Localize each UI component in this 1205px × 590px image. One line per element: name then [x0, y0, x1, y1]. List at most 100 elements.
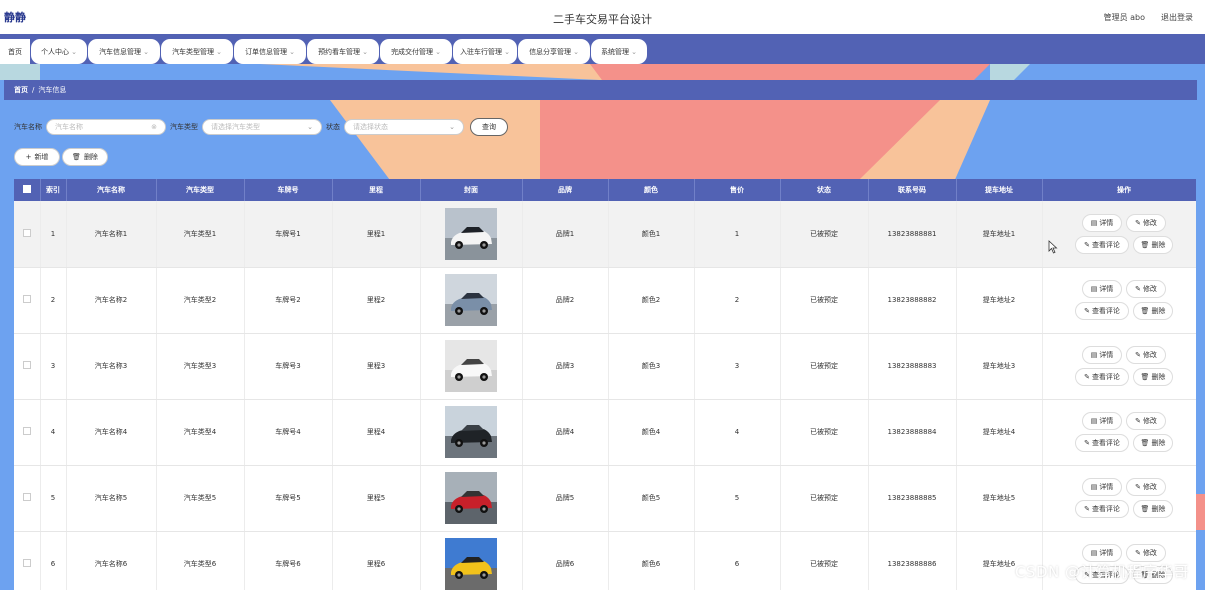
car-cover-image[interactable]: [445, 406, 497, 458]
status-select[interactable]: 请选择状态 ⌄: [344, 119, 464, 135]
table-row[interactable]: 3 汽车名称3 汽车类型3 车牌号3 里程3 品牌3 颜色3 3 已被预定 13823888883…: [14, 333, 1196, 400]
nav-item-4[interactable]: 订单信息管理 ⌄: [234, 39, 306, 64]
cell-name: 汽车名称5: [66, 465, 157, 532]
cell-cover: [420, 333, 523, 400]
breadcrumb-current: 汽车信息: [38, 86, 67, 94]
nav-item-label: 汽车信息管理: [99, 47, 142, 56]
view-comments-button[interactable]: ✎ 查看评论: [1075, 500, 1129, 518]
car-cover-image[interactable]: [445, 538, 497, 590]
detail-button[interactable]: ▤ 详情: [1082, 213, 1122, 232]
status-label: 状态: [326, 123, 340, 131]
search-bar: 汽车名称 汽车名称 ⊗ 汽车类型 请选择汽车类型 ⌄ 状态 请选择状态 ⌄ 查询: [14, 118, 508, 136]
document-icon: ▤: [1090, 417, 1098, 425]
cell-phone: 13823888884: [868, 399, 957, 466]
select-all-checkbox[interactable]: [22, 185, 31, 193]
query-button[interactable]: 查询: [470, 118, 508, 136]
edit-button[interactable]: ✎ 修改: [1126, 412, 1166, 430]
mouse-cursor-icon: [1048, 240, 1058, 254]
edit-icon: ✎: [1084, 240, 1090, 249]
cell-cover: [420, 531, 523, 590]
nav-item-label: 首页: [8, 47, 22, 56]
row-delete-button[interactable]: 🗑 删除: [1133, 368, 1173, 386]
edit-button[interactable]: ✎ 修改: [1126, 213, 1166, 232]
nav-item-label: 完成交付管理: [391, 47, 434, 56]
row-checkbox[interactable]: [22, 295, 31, 303]
car-name-input[interactable]: 汽车名称 ⊗: [46, 119, 166, 135]
view-comments-button[interactable]: ✎ 查看评论: [1075, 368, 1129, 386]
nav-item-1[interactable]: 个人中心 ⌄: [31, 39, 87, 64]
row-delete-button[interactable]: 🗑 删除: [1133, 235, 1173, 254]
row-delete-button[interactable]: 🗑 删除: [1133, 302, 1173, 320]
cell-mileage: 里程2: [332, 267, 421, 334]
row-checkbox[interactable]: [22, 559, 31, 567]
table-row[interactable]: 2 汽车名称2 汽车类型2 车牌号2 里程2 品牌2 颜色2 2 已被预定 13823888882…: [14, 267, 1196, 334]
row-checkbox[interactable]: [22, 493, 31, 501]
car-cover-image[interactable]: [445, 274, 497, 326]
nav-item-5[interactable]: 预约看车管理 ⌄: [307, 39, 379, 64]
edit-button[interactable]: ✎ 修改: [1126, 280, 1166, 298]
cell-brand: 品牌4: [522, 399, 609, 466]
detail-button[interactable]: ▤ 详情: [1082, 280, 1122, 298]
car-cover-image[interactable]: [445, 207, 497, 260]
clear-icon[interactable]: ⊗: [151, 123, 157, 131]
car-name-placeholder: 汽车名称: [55, 123, 83, 131]
edit-button-label: 修改: [1142, 549, 1157, 557]
delete-button[interactable]: 🗑 删除: [62, 148, 108, 166]
cell-price: 4: [694, 399, 781, 466]
car-cover-image[interactable]: [445, 340, 497, 392]
row-checkbox[interactable]: [22, 361, 31, 369]
delete-button-label: 删除: [1151, 439, 1166, 447]
nav-item-8[interactable]: 信息分享管理 ⌄: [518, 39, 590, 64]
cell-plate: 车牌号6: [244, 531, 333, 590]
nav-item-0[interactable]: 首页: [0, 39, 30, 64]
view-comments-button[interactable]: ✎ 查看评论: [1075, 434, 1129, 452]
car-type-select[interactable]: 请选择汽车类型 ⌄: [202, 119, 322, 135]
table-row[interactable]: 5 汽车名称5 汽车类型5 车牌号5 里程5 品牌5 颜色5 5 已被预定 13823888885…: [14, 465, 1196, 532]
cell-operations: ▤ 详情 ✎ 修改 ✎ 查看评论 🗑 删除: [1042, 333, 1196, 400]
cell-color: 颜色3: [608, 333, 695, 400]
cell-mileage: 里程1: [332, 201, 421, 268]
edit-button[interactable]: ✎ 修改: [1126, 346, 1166, 364]
nav-item-9[interactable]: 系统管理 ⌄: [591, 39, 647, 64]
cell-cover: [420, 267, 523, 334]
plus-icon: +: [25, 153, 32, 161]
nav-item-2[interactable]: 汽车信息管理 ⌄: [88, 39, 160, 64]
breadcrumb-home[interactable]: 首页: [14, 85, 28, 95]
nav-item-7[interactable]: 入驻车行管理 ⌄: [453, 39, 517, 64]
detail-button[interactable]: ▤ 详情: [1082, 544, 1122, 562]
cell-plate: 车牌号5: [244, 465, 333, 532]
chevron-down-icon: ⌄: [289, 47, 295, 56]
cell-index: 3: [40, 333, 67, 400]
column-header: 联系号码: [868, 179, 957, 201]
trash-icon: 🗑: [72, 153, 81, 161]
nav-item-label: 汽车类型管理: [172, 47, 215, 56]
row-checkbox[interactable]: [22, 427, 31, 435]
edit-icon: ✎: [1084, 439, 1090, 447]
comments-button-label: 查看评论: [1091, 240, 1120, 249]
row-checkbox[interactable]: [22, 228, 31, 237]
chevron-down-icon: ⌄: [504, 47, 510, 56]
detail-button[interactable]: ▤ 详情: [1082, 412, 1122, 430]
view-comments-button[interactable]: ✎ 查看评论: [1075, 235, 1129, 254]
cell-color: 颜色1: [608, 201, 695, 268]
row-delete-button[interactable]: 🗑 删除: [1133, 500, 1173, 518]
nav-item-3[interactable]: 汽车类型管理 ⌄: [161, 39, 233, 64]
cell-price: 3: [694, 333, 781, 400]
edit-button[interactable]: ✎ 修改: [1126, 544, 1166, 562]
edit-button[interactable]: ✎ 修改: [1126, 478, 1166, 496]
table-row[interactable]: 1 汽车名称1 汽车类型1 车牌号1 里程1 品牌1 颜色1 1 已被预定 13823888881…: [14, 201, 1196, 268]
cell-mileage: 里程4: [332, 399, 421, 466]
view-comments-button[interactable]: ✎ 查看评论: [1075, 302, 1129, 320]
cell-phone: 13823888881: [868, 201, 957, 268]
cell-status: 已被预定: [780, 465, 869, 532]
table-row[interactable]: 4 汽车名称4 汽车类型4 车牌号4 里程4 品牌4 颜色4 4 已被预定 13823888884…: [14, 399, 1196, 466]
add-button[interactable]: + 新增: [14, 148, 60, 166]
row-delete-button[interactable]: 🗑 删除: [1133, 434, 1173, 452]
chevron-down-icon: ⌄: [449, 123, 455, 131]
detail-button[interactable]: ▤ 详情: [1082, 346, 1122, 364]
detail-button[interactable]: ▤ 详情: [1082, 478, 1122, 496]
car-cover-image[interactable]: [445, 472, 497, 524]
nav-item-6[interactable]: 完成交付管理 ⌄: [380, 39, 452, 64]
cell-operations: ▤ 详情 ✎ 修改 ✎ 查看评论 🗑 删除: [1042, 465, 1196, 532]
logout-link[interactable]: 退出登录: [1161, 12, 1193, 23]
